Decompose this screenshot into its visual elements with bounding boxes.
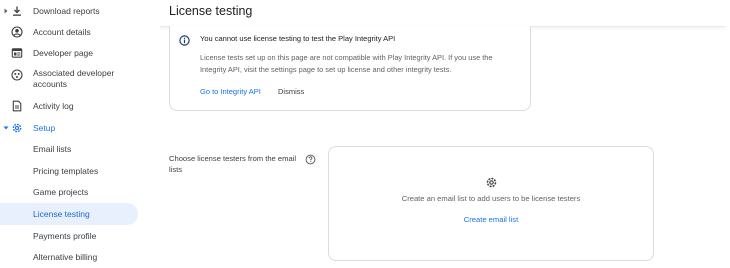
associated-accounts-icon bbox=[11, 69, 23, 81]
page-title: License testing bbox=[169, 4, 253, 18]
sidebar-item-email-lists[interactable]: Email lists bbox=[0, 138, 150, 160]
sidebar-item-developer-page[interactable]: Developer page bbox=[0, 42, 150, 64]
sidebar-item-label: Developer page bbox=[33, 48, 94, 58]
go-to-integrity-api-link[interactable]: Go to Integrity API bbox=[200, 87, 261, 96]
sidebar-item-account-details[interactable]: Account details bbox=[0, 21, 150, 43]
sidebar-item-label: License testing bbox=[33, 209, 90, 219]
create-email-list-link[interactable]: Create email list bbox=[329, 215, 653, 224]
sidebar-item-label: Setup bbox=[33, 123, 56, 133]
sidebar-item-setup[interactable]: Setup bbox=[0, 117, 150, 139]
sidebar-item-label: Payments profile bbox=[33, 231, 97, 241]
sidebar-item-label: Alternative billing bbox=[33, 252, 98, 262]
developer-page-icon bbox=[11, 47, 23, 59]
download-icon bbox=[11, 5, 23, 17]
gear-icon bbox=[485, 176, 498, 189]
gear-icon bbox=[11, 122, 23, 134]
sidebar-item-alternative-billing[interactable]: Alternative billing bbox=[0, 246, 150, 268]
account-circle-icon bbox=[11, 26, 23, 38]
help-icon[interactable] bbox=[305, 152, 316, 165]
sidebar-item-label: Account details bbox=[33, 27, 91, 37]
sidebar-item-license-testing[interactable]: License testing bbox=[0, 203, 138, 225]
sidebar-item-label: Associated developer accounts bbox=[33, 68, 115, 89]
sidebar-item-associated-developer-accounts[interactable]: Associated developer accounts bbox=[0, 66, 150, 92]
dismiss-button[interactable]: Dismiss bbox=[278, 87, 304, 96]
chevron-right-icon[interactable] bbox=[2, 7, 10, 15]
sidebar: Download reports Account details Develop… bbox=[0, 0, 150, 267]
sidebar-item-label: Game projects bbox=[33, 187, 89, 197]
sidebar-item-label: Email lists bbox=[33, 144, 72, 154]
sidebar-item-label: Activity log bbox=[33, 101, 74, 111]
info-icon bbox=[179, 33, 190, 46]
chevron-down-icon[interactable] bbox=[2, 124, 10, 132]
integrity-warning-banner: You cannot use license testing to test t… bbox=[169, 26, 531, 111]
banner-title: You cannot use license testing to test t… bbox=[200, 34, 396, 43]
sidebar-item-payments-profile[interactable]: Payments profile bbox=[0, 225, 150, 247]
sidebar-item-download-reports[interactable]: Download reports bbox=[0, 0, 150, 22]
banner-body: License tests set up on this page are no… bbox=[200, 53, 493, 74]
license-testers-empty-state: Create an email list to add users to be … bbox=[328, 146, 654, 261]
sidebar-item-activity-log[interactable]: Activity log bbox=[0, 95, 150, 117]
license-testers-label: Choose license testers from the email li… bbox=[169, 154, 297, 174]
sidebar-item-label: Download reports bbox=[33, 6, 100, 16]
sidebar-item-label: Pricing templates bbox=[33, 166, 99, 176]
sidebar-item-game-projects[interactable]: Game projects bbox=[0, 181, 150, 203]
sidebar-item-pricing-templates[interactable]: Pricing templates bbox=[0, 160, 150, 182]
activity-log-icon bbox=[11, 100, 23, 112]
empty-state-text: Create an email list to add users to be … bbox=[401, 194, 581, 203]
